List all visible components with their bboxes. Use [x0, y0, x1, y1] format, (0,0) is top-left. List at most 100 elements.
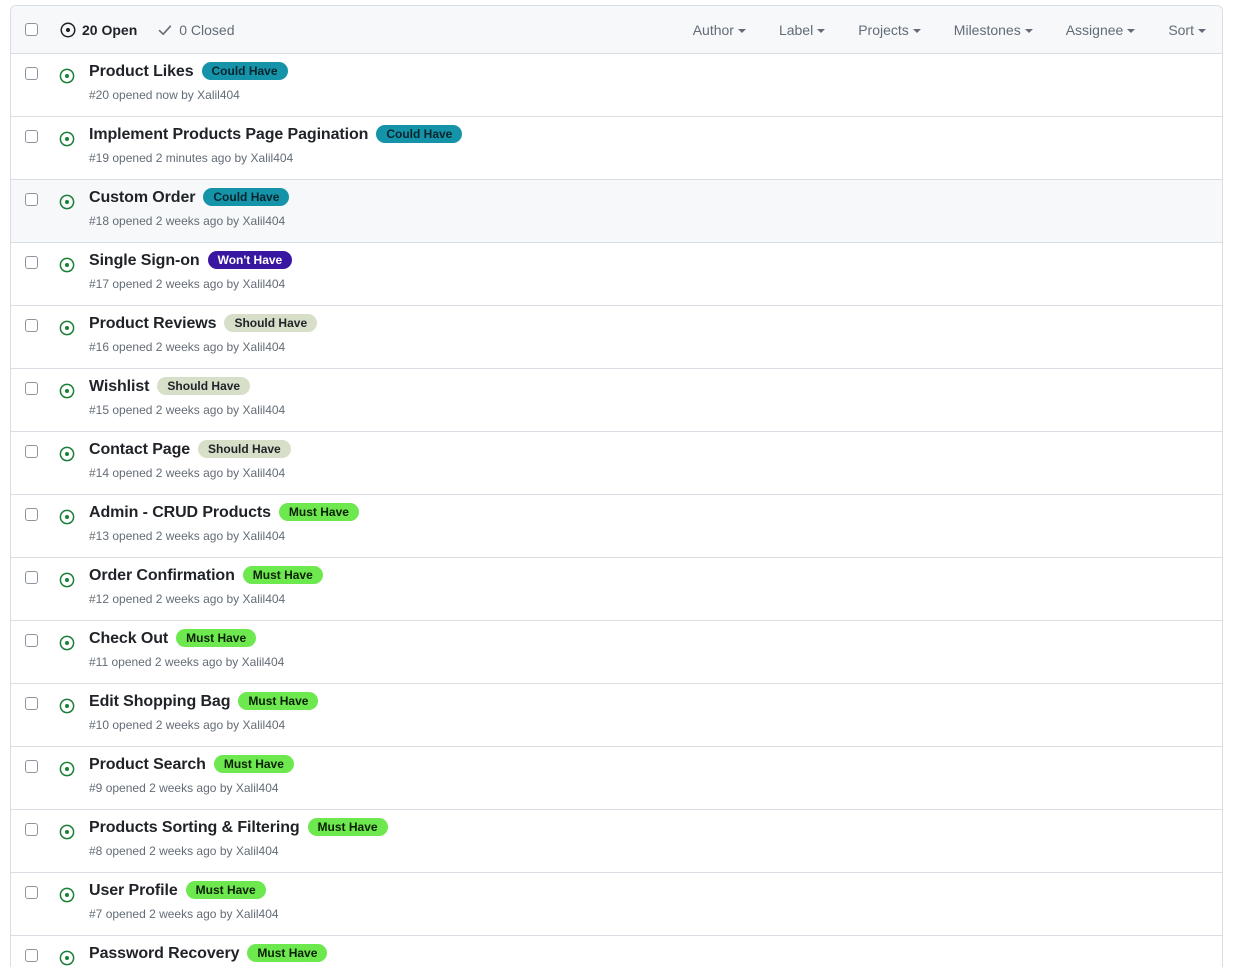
issue-title-link[interactable]: User Profile — [89, 881, 178, 901]
issue-title-link[interactable]: Password Recovery — [89, 944, 239, 964]
issue-checkbox[interactable] — [25, 823, 38, 836]
issue-number[interactable]: #15 — [89, 403, 109, 417]
issue-title-link[interactable]: Product Search — [89, 755, 206, 775]
issue-label-chip[interactable]: Should Have — [224, 314, 318, 332]
issue-select-cell — [25, 125, 38, 148]
issue-checkbox[interactable] — [25, 634, 38, 647]
issue-number[interactable]: #18 — [89, 214, 109, 228]
issue-label-chip[interactable]: Could Have — [201, 62, 288, 80]
filter-milestones[interactable]: Milestones — [954, 22, 1033, 38]
issue-row[interactable]: Single Sign-on Won't Have #17 opened 2 wee… — [11, 243, 1222, 306]
issue-row[interactable]: Product Likes Could Have #20 opened now by… — [11, 54, 1222, 117]
issue-author-link[interactable]: Xalil404 — [197, 88, 240, 102]
issue-author-link[interactable]: Xalil404 — [243, 529, 286, 543]
issue-row[interactable]: Password RecoveryMust Have#6 opened 2 we… — [11, 936, 1222, 967]
issue-author-link[interactable]: Xalil404 — [243, 466, 286, 480]
closed-issues-filter[interactable]: 0 Closed — [157, 22, 235, 38]
issue-row[interactable]: Contact Page Should Have #14 opened 2 week… — [11, 432, 1222, 495]
issue-title-link[interactable]: Product Reviews — [89, 314, 217, 334]
issue-row[interactable]: Custom Order Could Have #18 opened 2 weeks… — [11, 180, 1222, 243]
filter-author[interactable]: Author — [693, 22, 746, 38]
filter-projects[interactable]: Projects — [858, 22, 921, 38]
issue-title-link[interactable]: Implement Products Page Pagination — [89, 125, 368, 145]
issue-title-link[interactable]: Single Sign-on — [89, 251, 200, 271]
issue-author-link[interactable]: Xalil404 — [242, 655, 285, 669]
issue-checkbox[interactable] — [25, 508, 38, 521]
issue-author-link[interactable]: Xalil404 — [236, 907, 279, 921]
issue-number[interactable]: #19 — [89, 151, 109, 165]
filter-label[interactable]: Label — [779, 22, 826, 38]
issue-title-link[interactable]: Products Sorting & Filtering — [89, 818, 300, 838]
issue-title-link[interactable]: Admin - CRUD Products — [89, 503, 271, 523]
issue-label-chip[interactable]: Must Have — [278, 503, 359, 521]
issue-title-link[interactable]: Check Out — [89, 629, 168, 649]
filter-assignee[interactable]: Assignee — [1066, 22, 1136, 38]
issue-checkbox[interactable] — [25, 886, 38, 899]
open-issues-filter[interactable]: 20 Open — [60, 22, 137, 38]
issue-number[interactable]: #13 — [89, 529, 109, 543]
issue-author-link[interactable]: Xalil404 — [243, 718, 286, 732]
issue-number[interactable]: #7 — [89, 907, 102, 921]
issue-label-chip[interactable]: Must Have — [307, 818, 388, 836]
issue-title-link[interactable]: Custom Order — [89, 188, 195, 208]
issue-label-chip[interactable]: Should Have — [198, 440, 291, 458]
issue-row[interactable]: Wishlist Should Have #15 opened 2 weeks ag… — [11, 369, 1222, 432]
issue-number[interactable]: #20 — [89, 88, 109, 102]
issue-row[interactable]: Check Out Must Have #11 opened 2 weeks ago… — [11, 621, 1222, 684]
issue-author-link[interactable]: Xalil404 — [236, 781, 279, 795]
issue-checkbox[interactable] — [25, 445, 38, 458]
issue-label-chip[interactable]: Must Have — [185, 881, 266, 899]
issue-label-chip[interactable]: Could Have — [203, 188, 290, 206]
filter-sort[interactable]: Sort — [1168, 22, 1206, 38]
issue-number[interactable]: #10 — [89, 718, 109, 732]
select-all-checkbox[interactable] — [25, 23, 38, 36]
issue-row[interactable]: Products Sorting & Filtering Must Have #8 … — [11, 810, 1222, 873]
issue-checkbox[interactable] — [25, 949, 38, 962]
issue-number[interactable]: #8 — [89, 844, 102, 858]
issue-number[interactable]: #14 — [89, 466, 109, 480]
issue-number[interactable]: #12 — [89, 592, 109, 606]
issue-label-chip[interactable]: Should Have — [157, 377, 251, 395]
issue-author-link[interactable]: Xalil404 — [243, 340, 286, 354]
issue-checkbox[interactable] — [25, 130, 38, 143]
issue-title-link[interactable]: Order Confirmation — [89, 566, 235, 586]
issue-author-link[interactable]: Xalil404 — [243, 403, 286, 417]
issue-row[interactable]: Edit Shopping Bag Must Have #10 opened 2 w… — [11, 684, 1222, 747]
issue-label-chip[interactable]: Must Have — [242, 566, 323, 584]
issue-author-link[interactable]: Xalil404 — [236, 844, 279, 858]
issue-number[interactable]: #9 — [89, 781, 102, 795]
issue-number[interactable]: #16 — [89, 340, 109, 354]
issue-title-link[interactable]: Wishlist — [89, 377, 150, 397]
issue-author-link[interactable]: Xalil404 — [243, 214, 286, 228]
issue-number[interactable]: #11 — [89, 655, 108, 669]
issue-label-chip[interactable]: Must Have — [238, 692, 319, 710]
issue-content: Password RecoveryMust Have#6 opened 2 we… — [89, 944, 1206, 967]
issue-author-link[interactable]: Xalil404 — [243, 277, 286, 291]
issue-label-chip[interactable]: Could Have — [376, 125, 463, 143]
issue-row[interactable]: Order Confirmation Must Have #12 opened 2 … — [11, 558, 1222, 621]
issue-title-link[interactable]: Product Likes — [89, 62, 194, 82]
issue-label-chip[interactable]: Must Have — [213, 755, 294, 773]
issue-author-link[interactable]: Xalil404 — [251, 151, 294, 165]
issue-checkbox[interactable] — [25, 256, 38, 269]
issue-title-link[interactable]: Edit Shopping Bag — [89, 692, 231, 712]
issue-title-link[interactable]: Contact Page — [89, 440, 190, 460]
issue-checkbox[interactable] — [25, 382, 38, 395]
issue-checkbox[interactable] — [25, 697, 38, 710]
issue-row[interactable]: Admin - CRUD Products Must Have #13 opened… — [11, 495, 1222, 558]
issue-label-chip[interactable]: Won't Have — [207, 251, 293, 269]
issue-checkbox[interactable] — [25, 760, 38, 773]
issue-checkbox[interactable] — [25, 319, 38, 332]
issue-label-chip[interactable]: Must Have — [176, 629, 257, 647]
issue-number[interactable]: #17 — [89, 277, 109, 291]
issue-label-chip[interactable]: Must Have — [247, 944, 328, 962]
issue-row[interactable]: Product Reviews Should Have #16 opened 2 w… — [11, 306, 1222, 369]
issue-checkbox[interactable] — [25, 571, 38, 584]
issue-row[interactable]: User Profile Must Have #7 opened 2 weeks a… — [11, 873, 1222, 936]
issue-checkbox[interactable] — [25, 193, 38, 206]
issue-title-line: User Profile Must Have — [89, 881, 1206, 901]
issue-row[interactable]: Product Search Must Have #9 opened 2 weeks… — [11, 747, 1222, 810]
issue-row[interactable]: Implement Products Page Pagination Could … — [11, 117, 1222, 180]
issue-author-link[interactable]: Xalil404 — [243, 592, 286, 606]
issue-checkbox[interactable] — [25, 67, 38, 80]
